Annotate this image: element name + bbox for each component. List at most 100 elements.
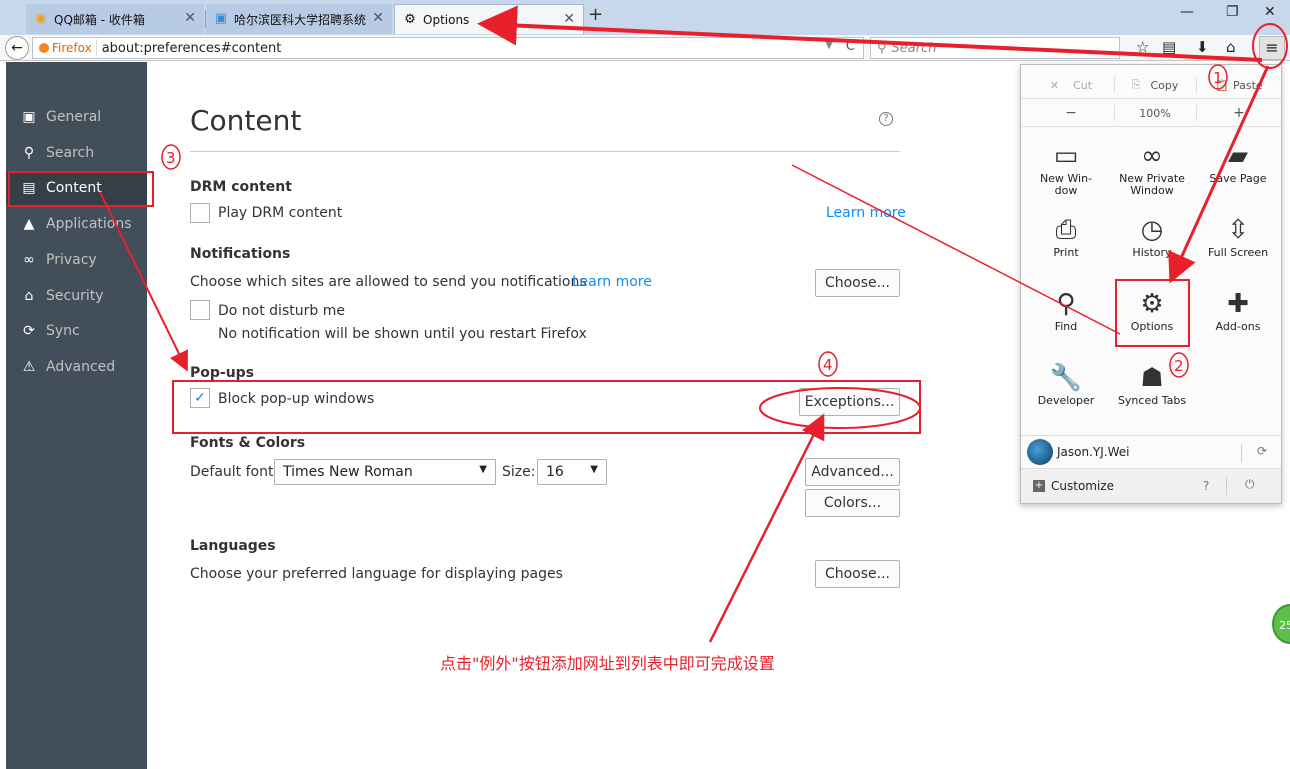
close-tab-icon[interactable]: ✕ bbox=[563, 11, 575, 27]
print-icon: ⎙ bbox=[1055, 215, 1077, 245]
url-bar[interactable]: Firefox about:preferences#content ▼ C bbox=[32, 37, 864, 59]
drm-checkbox[interactable] bbox=[190, 203, 210, 223]
minimize-icon[interactable]: — bbox=[1180, 4, 1194, 20]
sidebar-item-search[interactable]: ⚲ Search bbox=[6, 136, 147, 170]
languages-choose-button[interactable]: Choose... bbox=[815, 560, 900, 588]
notifications-choose-button[interactable]: Choose... bbox=[815, 269, 900, 297]
preferences-sidebar: ▣ General ⚲ Search ▤ Content ▲ Applicati… bbox=[6, 62, 147, 769]
sidebar-item-advanced[interactable]: ⚠ Advanced bbox=[6, 350, 147, 384]
fullscreen-icon: ⇳ bbox=[1227, 215, 1249, 245]
find-icon: ⚲ bbox=[1056, 289, 1076, 319]
panel-add-ons[interactable]: ✚ Add-ons bbox=[1195, 281, 1281, 351]
sidebar-item-label: Content bbox=[46, 180, 102, 196]
panel-save-page[interactable]: ▰ Save Page bbox=[1195, 133, 1281, 203]
tab-options[interactable]: ⚙ Options ✕ bbox=[394, 4, 584, 34]
account-row[interactable]: Jason.YJ.Wei ⟳ bbox=[1021, 435, 1281, 469]
menu-button[interactable]: ≡ bbox=[1259, 36, 1285, 60]
help-icon[interactable]: ? bbox=[879, 112, 893, 126]
panel-item-label: Options bbox=[1130, 320, 1174, 333]
panel-new-private-window[interactable]: ∞ New Private Window bbox=[1109, 133, 1195, 203]
customize-row: + Customize ? ⏻ bbox=[1021, 469, 1281, 503]
fonts-advanced-button[interactable]: Advanced... bbox=[805, 458, 900, 486]
search-input[interactable]: ⚲ Search bbox=[870, 37, 1120, 59]
sidebar-item-label: Security bbox=[46, 288, 104, 304]
panel-item-label: New Private Window bbox=[1119, 172, 1185, 197]
copy-icon: ⎘ bbox=[1131, 78, 1141, 91]
tab-qq-mail[interactable]: ◉ QQ邮箱 - 收件箱 ✕ bbox=[26, 4, 204, 34]
customize-button[interactable]: Customize bbox=[1051, 479, 1114, 493]
panel-full-screen[interactable]: ⇳ Full Screen bbox=[1195, 207, 1281, 277]
languages-desc: Choose your preferred language for displ… bbox=[190, 566, 563, 582]
sidebar-item-sync[interactable]: ⟳ Sync bbox=[6, 314, 147, 348]
quit-icon[interactable]: ⏻ bbox=[1245, 477, 1255, 492]
fonts-colors-button[interactable]: Colors... bbox=[805, 489, 900, 517]
copy-button[interactable]: ⎘ Copy bbox=[1115, 71, 1195, 99]
block-popups-checkbox[interactable]: ✓ bbox=[190, 388, 210, 408]
general-icon: ▣ bbox=[22, 109, 36, 125]
block-popups-label[interactable]: Block pop-up windows bbox=[218, 391, 374, 407]
advanced-icon: ⚠ bbox=[22, 359, 36, 375]
do-not-disturb-checkbox[interactable] bbox=[190, 300, 210, 320]
tab-hrbmu[interactable]: ▣ 哈尔滨医科大学招聘系统 ✕ bbox=[206, 4, 392, 34]
default-font-select[interactable]: Times New Roman ▼ bbox=[274, 459, 496, 485]
panel-developer[interactable]: 🔧 Developer bbox=[1023, 355, 1109, 425]
paste-label: Paste bbox=[1233, 78, 1263, 92]
sidebar-item-general[interactable]: ▣ General bbox=[6, 100, 147, 134]
panel-new-window[interactable]: ▭ New Win- dow bbox=[1023, 133, 1109, 203]
languages-heading: Languages bbox=[190, 538, 276, 554]
close-tab-icon[interactable]: ✕ bbox=[372, 10, 384, 26]
reload-icon[interactable]: C bbox=[846, 39, 855, 54]
panel-options[interactable]: ⚙ Options bbox=[1109, 281, 1195, 351]
title-divider bbox=[190, 151, 900, 152]
home-icon[interactable]: ⌂ bbox=[1226, 38, 1236, 56]
cut-label: Cut bbox=[1073, 78, 1093, 92]
annotation-caption: 点击"例外"按钮添加网址到列表中即可完成设置 bbox=[440, 654, 775, 673]
history-icon: ◷ bbox=[1140, 215, 1164, 245]
tab-label: Options bbox=[423, 12, 470, 27]
qq-mail-icon: ◉ bbox=[35, 11, 47, 26]
cut-button[interactable]: ✕ Cut bbox=[1031, 71, 1111, 99]
restore-icon[interactable]: ❐ bbox=[1226, 4, 1239, 20]
downloads-icon[interactable]: ⬇ bbox=[1196, 38, 1209, 56]
font-size-label: Size: bbox=[502, 464, 536, 480]
close-tab-icon[interactable]: ✕ bbox=[184, 10, 196, 26]
sidebar-item-content[interactable]: ▤ Content bbox=[6, 171, 147, 205]
do-not-disturb-label[interactable]: Do not disturb me bbox=[218, 303, 345, 319]
drm-checkbox-label[interactable]: Play DRM content bbox=[218, 205, 342, 221]
panel-print[interactable]: ⎙ Print bbox=[1023, 207, 1109, 277]
chevron-down-icon: ▼ bbox=[590, 464, 598, 475]
sync-now-icon[interactable]: ⟳ bbox=[1257, 444, 1267, 458]
hamburger-icon: ≡ bbox=[1265, 38, 1279, 57]
sidebar-item-privacy[interactable]: ∞ Privacy bbox=[6, 243, 147, 277]
bookmarks-menu-icon[interactable]: ▤ bbox=[1162, 38, 1176, 56]
zoom-reset-button[interactable]: 100% bbox=[1115, 99, 1195, 127]
notifications-learn-more-link[interactable]: Learn more bbox=[572, 274, 652, 290]
search-icon: ⚲ bbox=[877, 40, 887, 56]
paste-button[interactable]: 📋 Paste bbox=[1197, 71, 1281, 99]
font-size-select[interactable]: 16 ▼ bbox=[537, 459, 607, 485]
cut-icon: ✕ bbox=[1049, 78, 1060, 92]
search-placeholder: Search bbox=[891, 40, 937, 56]
history-dropdown-icon[interactable]: ▼ bbox=[825, 40, 833, 51]
bookmark-star-icon[interactable]: ☆ bbox=[1136, 38, 1149, 56]
content-icon: ▤ bbox=[22, 180, 36, 196]
panel-item-label: Find bbox=[1054, 320, 1078, 333]
panel-find[interactable]: ⚲ Find bbox=[1023, 281, 1109, 351]
drm-learn-more-link[interactable]: Learn more bbox=[826, 205, 906, 221]
popup-exceptions-button[interactable]: Exceptions... bbox=[799, 388, 900, 416]
panel-item-label: Print bbox=[1053, 246, 1079, 259]
panel-synced-tabs[interactable]: ☗ Synced Tabs bbox=[1109, 355, 1195, 425]
applications-icon: ▲ bbox=[23, 216, 35, 232]
help-icon[interactable]: ? bbox=[1203, 479, 1209, 493]
close-window-icon[interactable]: ✕ bbox=[1264, 4, 1276, 20]
identity-box[interactable]: Firefox bbox=[33, 39, 97, 57]
new-tab-button[interactable]: + bbox=[588, 4, 603, 25]
navigation-bar: ← Firefox about:preferences#content ▼ C … bbox=[0, 35, 1290, 61]
sidebar-item-security[interactable]: ⌂ Security bbox=[6, 279, 147, 313]
zoom-in-button[interactable]: + bbox=[1197, 99, 1281, 127]
sidebar-item-applications[interactable]: ▲ Applications bbox=[6, 207, 147, 241]
panel-history[interactable]: ◷ History bbox=[1109, 207, 1195, 277]
panel-item-label: Add-ons bbox=[1215, 320, 1261, 333]
zoom-out-button[interactable]: − bbox=[1031, 99, 1111, 127]
back-button[interactable]: ← bbox=[5, 36, 29, 60]
